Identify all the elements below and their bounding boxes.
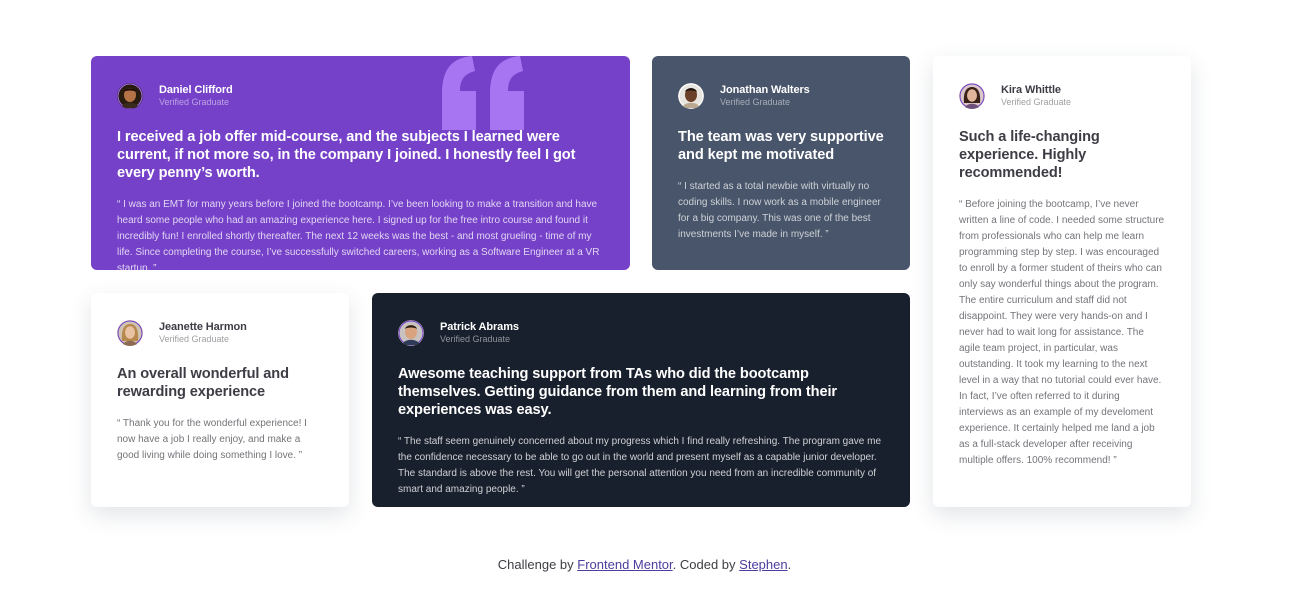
- testimonial-headline: The team was very supportive and kept me…: [678, 129, 884, 163]
- author-name: Patrick Abrams: [440, 321, 519, 333]
- author-name: Jonathan Walters: [720, 84, 810, 96]
- author-role: Verified Graduate: [720, 97, 791, 107]
- avatar-photo-icon: [117, 83, 143, 109]
- attribution-footer: Challenge by Frontend Mentor. Coded by S…: [0, 556, 1289, 574]
- testimonial-card-kira: Kira Whittle Verified Graduate Such a li…: [933, 56, 1191, 507]
- testimonial-body: “ I started as a total newbie with virtu…: [678, 181, 881, 240]
- testimonial-card-patrick: Patrick Abrams Verified Graduate Awesome…: [372, 293, 910, 507]
- author-role: Verified Graduate: [1001, 97, 1072, 107]
- testimonial-headline: I received a job offer mid-course, and t…: [117, 129, 576, 181]
- author-header: Jeanette Harmon Verified Graduate: [117, 319, 323, 347]
- author-name: Kira Whittle: [1001, 84, 1061, 96]
- testimonial-body: “ The staff seem genuinely concerned abo…: [398, 436, 882, 495]
- testimonial-headline: Such a life-changing experience. Highly …: [959, 129, 1100, 181]
- avatar-photo-icon: [678, 83, 704, 109]
- author-header: Jonathan Walters Verified Graduate: [678, 82, 884, 110]
- frontend-mentor-link[interactable]: Frontend Mentor: [577, 557, 672, 572]
- attribution-prefix: Challenge by: [497, 557, 578, 572]
- author-name: Daniel Clifford: [159, 84, 233, 96]
- testimonial-card-jeanette: Jeanette Harmon Verified Graduate An ove…: [91, 293, 349, 507]
- avatar-photo-icon: [117, 320, 143, 346]
- avatar-photo-icon: [959, 83, 985, 109]
- author-role: Verified Graduate: [440, 334, 511, 344]
- author-role: Verified Graduate: [159, 97, 230, 107]
- author-name: Jeanette Harmon: [159, 321, 247, 333]
- testimonial-card-daniel: Daniel Clifford Verified Graduate I rece…: [91, 56, 630, 270]
- testimonial-headline: An overall wonderful and rewarding exper…: [117, 366, 289, 400]
- author-link[interactable]: Stephen: [739, 557, 787, 572]
- author-header: Daniel Clifford Verified Graduate: [117, 82, 604, 110]
- avatar-photo-icon: [398, 320, 424, 346]
- attribution-middle: . Coded by: [672, 557, 740, 572]
- author-header: Patrick Abrams Verified Graduate: [398, 319, 884, 347]
- testimonial-headline: Awesome teaching support from TAs who di…: [398, 366, 837, 418]
- author-header: Kira Whittle Verified Graduate: [959, 82, 1165, 110]
- testimonial-body: “ I was an EMT for many years before I j…: [117, 199, 600, 270]
- testimonial-body: “ Before joining the bootcamp, I’ve neve…: [959, 199, 1165, 466]
- attribution-suffix: .: [787, 557, 792, 572]
- author-role: Verified Graduate: [159, 334, 230, 344]
- testimonial-body: “ Thank you for the wonderful experience…: [117, 418, 307, 461]
- testimonial-card-jonathan: Jonathan Walters Verified Graduate The t…: [652, 56, 910, 270]
- testimonials-grid: Daniel Clifford Verified Graduate I rece…: [91, 56, 1191, 507]
